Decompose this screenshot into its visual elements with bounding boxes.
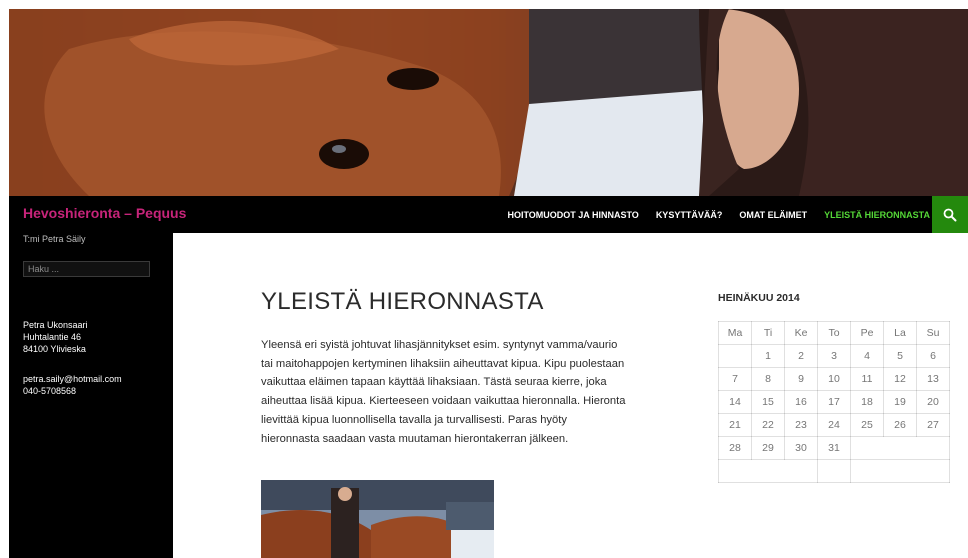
site-tagline: T:mi Petra Säily [23, 234, 86, 244]
calendar-day: 28 [718, 436, 752, 460]
calendar-day: 9 [784, 367, 818, 391]
search-toggle-button[interactable] [932, 196, 968, 233]
calendar-day: 11 [850, 367, 884, 391]
header-image[interactable] [9, 9, 968, 196]
contact-street: Huhtalantie 46 [23, 332, 82, 342]
nav-item-yleista-hieronnasta[interactable]: YLEISTÄ HIERONNASTA [824, 210, 930, 220]
nav-item-hoitomuodot[interactable]: HOITOMUODOT JA HINNASTO [507, 210, 638, 220]
weekday-to: To [817, 321, 851, 345]
entry-image[interactable] [261, 480, 494, 558]
horse-photo [261, 480, 494, 558]
contact-info: Petra Ukonsaari Huhtalantie 46 84100 Yli… [23, 319, 122, 397]
calendar-week-row: 1 2 3 4 5 6 [718, 344, 950, 368]
calendar-day: 7 [718, 367, 752, 391]
calendar-week-row: 21 22 23 24 25 26 27 [718, 413, 950, 437]
calendar-day: 8 [751, 367, 785, 391]
calendar-day: 16 [784, 390, 818, 414]
calendar-day: 25 [850, 413, 884, 437]
calendar-day: 12 [883, 367, 917, 391]
contact-email[interactable]: petra.saily@hotmail.com [23, 373, 122, 385]
weekday-pe: Pe [850, 321, 884, 345]
calendar-day: 24 [817, 413, 851, 437]
calendar-widget: Ma Ti Ke To Pe La Su 1 2 3 4 5 6 7 8 9 1… [718, 321, 950, 483]
calendar-day [718, 344, 752, 368]
calendar-week-row: 28 29 30 31 [718, 436, 950, 460]
calendar-day: 19 [883, 390, 917, 414]
calendar-week-row [718, 459, 950, 483]
calendar-day: 23 [784, 413, 818, 437]
calendar-week-row: 14 15 16 17 18 19 20 [718, 390, 950, 414]
primary-nav: HOITOMUODOT JA HINNASTO KYSYTTÄVÄÄ? OMAT… [507, 196, 930, 233]
calendar-weekday-row: Ma Ti Ke To Pe La Su [718, 321, 950, 345]
calendar-day: 29 [751, 436, 785, 460]
calendar-day: 27 [916, 413, 950, 437]
calendar-day: 21 [718, 413, 752, 437]
calendar-day: 2 [784, 344, 818, 368]
contact-phone: 040-5708568 [23, 386, 77, 396]
calendar-day: 18 [850, 390, 884, 414]
calendar-day: 15 [751, 390, 785, 414]
calendar-caption: HEINÄKUU 2014 [718, 292, 800, 304]
calendar-week-row: 7 8 9 10 11 12 13 [718, 367, 950, 391]
calendar-day: 1 [751, 344, 785, 368]
weekday-la: La [883, 321, 917, 345]
contact-city: 84100 Ylivieska [23, 344, 86, 354]
calendar-day: 20 [916, 390, 950, 414]
weekday-su: Su [916, 321, 950, 345]
weekday-ma: Ma [718, 321, 752, 345]
entry-body: Yleensä eri syistä johtuvat lihasjännity… [261, 339, 626, 445]
sidebar: T:mi Petra Säily Petra Ukonsaari Huhtala… [9, 233, 173, 558]
calendar-day: 5 [883, 344, 917, 368]
calendar-day: 22 [751, 413, 785, 437]
calendar-pad [817, 459, 851, 483]
search-input[interactable] [23, 261, 150, 277]
calendar-day: 30 [784, 436, 818, 460]
calendar-day: 31 [817, 436, 851, 460]
calendar-day: 3 [817, 344, 851, 368]
calendar-day: 10 [817, 367, 851, 391]
nav-item-kysyttavaa[interactable]: KYSYTTÄVÄÄ? [656, 210, 723, 220]
calendar-pad [718, 459, 818, 483]
calendar-day: 17 [817, 390, 851, 414]
search-icon [943, 208, 957, 221]
header-photo [9, 9, 968, 196]
calendar-day: 6 [916, 344, 950, 368]
contact-name: Petra Ukonsaari [23, 320, 88, 330]
top-bar: Hevoshieronta – Pequus HOITOMUODOT JA HI… [9, 196, 968, 233]
page-title: YLEISTÄ HIERONNASTA [261, 288, 544, 315]
nav-item-omat-elaimet[interactable]: OMAT ELÄIMET [739, 210, 807, 220]
calendar-pad [850, 459, 950, 483]
main-content: YLEISTÄ HIERONNASTA Yleensä eri syistä j… [173, 233, 968, 558]
calendar-day: 14 [718, 390, 752, 414]
weekday-ti: Ti [751, 321, 785, 345]
calendar-day: 13 [916, 367, 950, 391]
weekday-ke: Ke [784, 321, 818, 345]
calendar-pad [850, 436, 950, 460]
site-title[interactable]: Hevoshieronta – Pequus [23, 205, 186, 221]
calendar-day: 4 [850, 344, 884, 368]
calendar-day: 26 [883, 413, 917, 437]
